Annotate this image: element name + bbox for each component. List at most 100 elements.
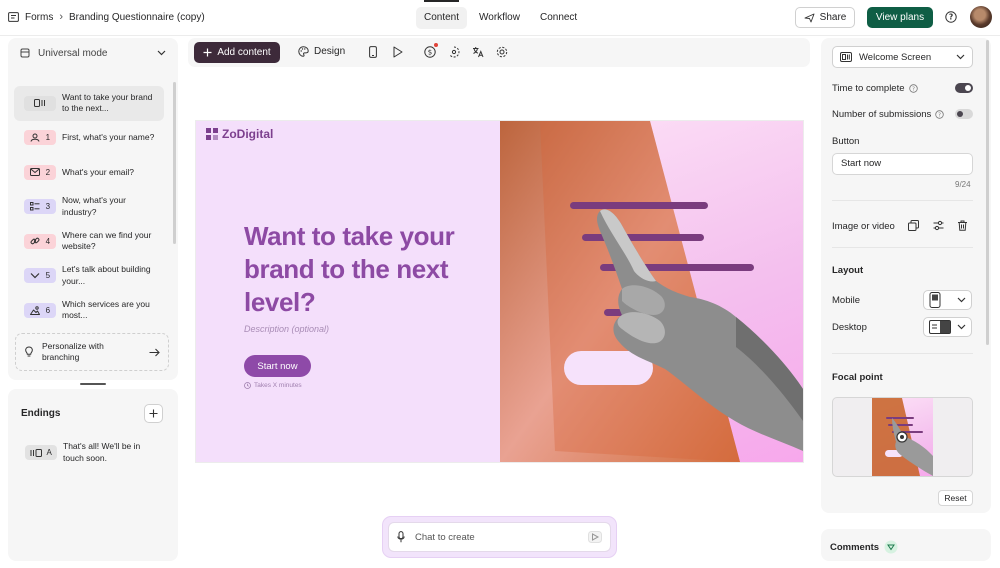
chat-input[interactable]: Chat to create xyxy=(388,522,611,552)
envelope-icon xyxy=(29,168,40,177)
start-now-button[interactable]: Start now xyxy=(244,355,311,377)
plus-icon xyxy=(149,409,158,418)
question-label: Let's talk about building your... xyxy=(62,264,151,286)
settings-scrollbar[interactable] xyxy=(986,40,989,345)
trash-icon[interactable] xyxy=(957,220,968,231)
arrow-right-icon xyxy=(149,348,160,357)
copy-image-icon[interactable] xyxy=(908,220,919,231)
design-button[interactable]: Design xyxy=(298,46,345,57)
share-button[interactable]: Share xyxy=(795,7,855,28)
layout-title: Layout xyxy=(832,265,864,276)
mobile-layout-icon xyxy=(929,292,941,308)
question-label: Now, what's your industry? xyxy=(62,195,126,217)
panel-resize-handle[interactable] xyxy=(80,383,106,385)
add-content-button[interactable]: Add content xyxy=(194,42,280,63)
comments-toggle[interactable]: Comments xyxy=(830,540,898,554)
time-to-complete-toggle[interactable] xyxy=(955,83,973,93)
question-item-2[interactable]: 2 What's your email? xyxy=(14,155,164,190)
microphone-icon[interactable] xyxy=(397,531,405,543)
question-label: Where can we find your website? xyxy=(62,229,152,252)
play-preview-icon[interactable] xyxy=(393,46,403,58)
personalize-label: Personalize with branching xyxy=(42,341,104,362)
button-text-input[interactable]: Start now xyxy=(832,153,973,175)
question-item-6[interactable]: 6 Which services are you most... xyxy=(14,293,164,328)
translate-icon[interactable] xyxy=(472,46,484,58)
focal-point-title: Focal point xyxy=(832,372,883,383)
question-item-3[interactable]: 3 Now, what's your industry? xyxy=(14,190,164,225)
focal-point-marker-icon[interactable] xyxy=(896,431,908,443)
ending-letter: A xyxy=(46,448,52,457)
time-note-text: Takes X minutes xyxy=(254,382,302,389)
pricing-icon[interactable]: $ xyxy=(424,46,436,58)
tab-content[interactable]: Content xyxy=(416,7,468,29)
add-ending-button[interactable] xyxy=(144,404,163,423)
mobile-layout-select[interactable] xyxy=(923,290,972,310)
adjust-image-icon[interactable] xyxy=(933,220,944,231)
question-list-scrollbar[interactable] xyxy=(173,82,176,244)
reset-focal-button[interactable]: Reset xyxy=(938,490,973,506)
avatar[interactable] xyxy=(970,6,992,28)
notification-dot xyxy=(434,43,438,47)
svg-text:?: ? xyxy=(938,113,941,119)
ending-item-a[interactable]: A That's all! We'll be in touch soon. xyxy=(25,441,161,464)
svg-text:?: ? xyxy=(949,13,953,22)
help-icon[interactable]: ? xyxy=(945,11,957,23)
screen-type-select[interactable]: Welcome Screen xyxy=(832,46,973,68)
question-number: 3 xyxy=(45,202,51,212)
breadcrumb-forms[interactable]: Forms xyxy=(25,12,53,23)
button-label: Button xyxy=(832,136,860,147)
question-list: Want to take your brand to the next... 1… xyxy=(14,86,164,328)
main-tabs: Content Workflow Connect xyxy=(416,7,585,29)
logic-icon[interactable] xyxy=(448,46,460,58)
welcome-image[interactable] xyxy=(500,121,803,462)
send-icon[interactable] xyxy=(588,531,602,543)
tab-indicator xyxy=(424,0,459,2)
question-number: 5 xyxy=(45,271,51,281)
mode-select[interactable]: Universal mode xyxy=(20,46,166,60)
question-badge: 3 xyxy=(24,199,56,215)
palette-icon xyxy=(298,46,309,57)
link-icon xyxy=(30,238,40,245)
comment-badge-icon xyxy=(884,540,898,554)
question-label: Want to take your brand to the next... xyxy=(62,91,153,114)
submissions-toggle[interactable] xyxy=(955,109,973,119)
mobile-preview-icon[interactable] xyxy=(369,46,377,58)
info-icon[interactable]: ? xyxy=(935,110,944,119)
welcome-screen-icon xyxy=(34,99,45,108)
breadcrumb-separator-icon: › xyxy=(59,11,64,23)
tab-connect[interactable]: Connect xyxy=(532,7,585,29)
desktop-layout-label: Desktop xyxy=(832,322,867,333)
chevron-down-icon xyxy=(957,297,966,303)
submissions-row: Number of submissions ? xyxy=(832,109,944,120)
share-icon xyxy=(804,13,815,23)
question-badge: 2 xyxy=(24,164,56,180)
time-to-complete-note: Takes X minutes xyxy=(244,382,302,389)
question-item-5[interactable]: 5 Let's talk about building your... xyxy=(14,259,164,294)
divider xyxy=(832,200,973,201)
endings-title: Endings xyxy=(21,408,61,419)
chevron-down-icon xyxy=(956,54,965,60)
view-plans-button[interactable]: View plans xyxy=(867,7,933,28)
svg-text:$: $ xyxy=(428,49,432,57)
logo-text: ZoDigital xyxy=(222,127,274,141)
settings-icon[interactable] xyxy=(496,46,508,58)
question-number: 6 xyxy=(45,305,51,315)
question-number: 2 xyxy=(45,167,51,177)
plus-icon xyxy=(203,48,212,57)
mode-label: Universal mode xyxy=(38,47,108,59)
question-item-4[interactable]: 4 Where can we find your website? xyxy=(14,224,164,259)
welcome-description[interactable]: Description (optional) xyxy=(244,324,329,334)
question-item-welcome[interactable]: Want to take your brand to the next... xyxy=(14,86,164,121)
question-badge: 1 xyxy=(24,130,56,146)
question-item-1[interactable]: 1 First, what's your name? xyxy=(14,121,164,156)
chevron-down-icon xyxy=(157,50,166,56)
personalize-branching-button[interactable]: Personalize with branching xyxy=(15,333,169,371)
lightbulb-icon xyxy=(24,346,34,358)
desktop-layout-select[interactable] xyxy=(923,317,972,337)
welcome-headline[interactable]: Want to take your brand to the next leve… xyxy=(244,220,474,319)
mode-icon xyxy=(20,48,30,58)
image-choice-icon xyxy=(29,306,40,315)
tab-workflow[interactable]: Workflow xyxy=(471,7,528,29)
welcome-screen-icon xyxy=(840,52,852,62)
info-icon[interactable]: ? xyxy=(908,84,918,93)
